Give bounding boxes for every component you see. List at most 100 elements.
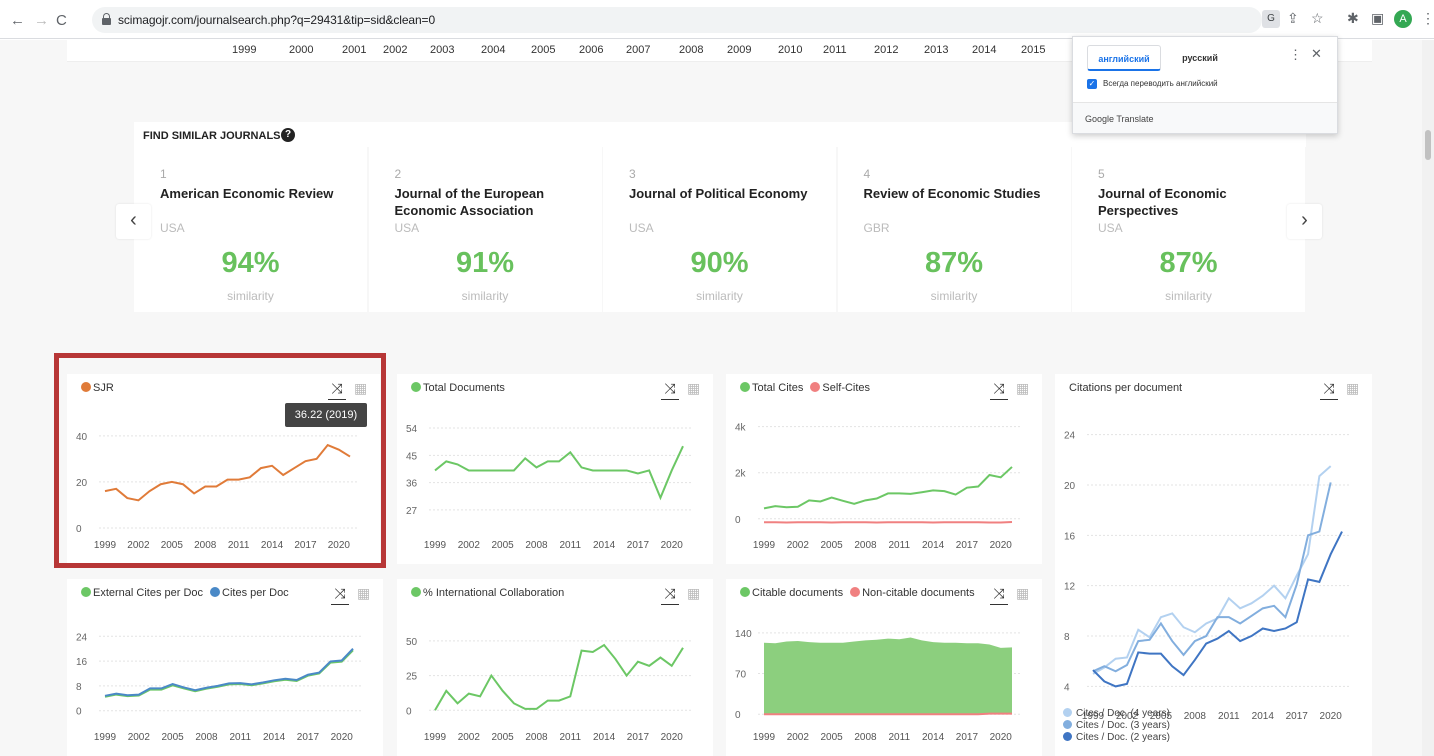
series-line[interactable]	[434, 643, 684, 711]
profile-avatar[interactable]: A	[1394, 10, 1412, 28]
legend-dot	[740, 587, 750, 597]
similarity-percent: 87%	[1159, 247, 1218, 279]
y-tick-label: 27	[406, 506, 418, 517]
sidepanel-icon[interactable]: ▣	[1371, 10, 1384, 27]
translate-icon[interactable]: G	[1262, 10, 1280, 28]
table-icon[interactable]: ▦	[1016, 380, 1029, 397]
table-icon[interactable]: ▦	[357, 585, 370, 602]
table-icon[interactable]: ▦	[1016, 585, 1029, 602]
series-line[interactable]	[1092, 465, 1332, 675]
similar-journal-rank: 1	[160, 167, 167, 181]
similarity-percent: 90%	[690, 247, 749, 279]
line-chart-icon[interactable]: ⤨	[331, 585, 349, 605]
similar-journal-name: Journal of Political Economy	[629, 186, 808, 201]
line-chart-icon[interactable]: ⤨	[661, 380, 679, 400]
url-text: scimagojr.com/journalsearch.php?q=29431&…	[118, 13, 436, 27]
legend-item[interactable]: Cites / Doc. (2 years)	[1063, 732, 1170, 744]
y-tick-label: 54	[406, 424, 418, 435]
similar-journal-card[interactable]: 4 Review of Economic Studies GBR 87% similar…	[837, 147, 1071, 312]
translate-tab-russian[interactable]: русский	[1173, 45, 1227, 71]
translate-tab-english[interactable]: английский	[1087, 45, 1161, 71]
similar-journal-card[interactable]: 3 Journal of Political Economy USA 90% simil…	[603, 147, 836, 312]
legend-item[interactable]: Non-citable documents	[850, 587, 975, 599]
carousel-prev-button[interactable]: ‹	[116, 204, 151, 239]
line-chart-icon[interactable]: ⤨	[1320, 380, 1338, 400]
similar-journal-country: USA	[1098, 221, 1123, 235]
line-chart-icon[interactable]: ⤨	[990, 380, 1008, 400]
legend-dot	[411, 382, 421, 392]
legend-item[interactable]: Self-Cites	[810, 382, 870, 394]
forward-icon[interactable]: →	[34, 12, 49, 29]
series-line[interactable]	[104, 648, 354, 697]
bookmark-star-icon[interactable]: ☆	[1311, 10, 1324, 27]
legend-item[interactable]: Cites / Doc. (4 years)	[1063, 708, 1170, 720]
legend-label: Self-Cites	[822, 382, 871, 394]
legend-item[interactable]: SJR	[81, 382, 114, 394]
help-icon[interactable]: ?	[281, 128, 295, 142]
legend-item[interactable]: Citable documents	[740, 587, 843, 599]
x-tick-label: 2014	[1252, 711, 1275, 722]
browser-toolbar: ← → C scimagojr.com/journalsearch.php?q=…	[0, 0, 1434, 39]
similarity-label: similarity	[1165, 289, 1212, 303]
translate-menu-icon[interactable]: ⋮	[1289, 47, 1302, 63]
scrollbar[interactable]	[1422, 40, 1434, 756]
series-line[interactable]	[434, 445, 684, 501]
year-strip-item: 2013	[924, 44, 949, 56]
x-tick-label: 2014	[922, 732, 945, 743]
y-tick-label: 50	[406, 637, 418, 648]
legend-dot	[740, 382, 750, 392]
legend-label: Cites / Doc. (3 years)	[1076, 720, 1170, 731]
legend-dot	[810, 382, 821, 392]
series-line[interactable]	[764, 712, 1012, 716]
similar-journal-country: USA	[160, 221, 185, 235]
similar-journal-card[interactable]: 1 American Economic Review USA 94% similarit…	[134, 147, 367, 312]
legend-item[interactable]: Cites / Doc. (3 years)	[1063, 720, 1170, 732]
table-icon[interactable]: ▦	[687, 380, 700, 397]
always-translate-checkbox[interactable]: ✓	[1087, 79, 1097, 89]
extensions-icon[interactable]: ✱	[1347, 10, 1359, 27]
browser-menu-icon[interactable]: ⋮	[1421, 10, 1434, 27]
series-line[interactable]	[104, 443, 351, 502]
legend-item[interactable]: Total Documents	[411, 382, 505, 394]
x-tick-label: 2011	[230, 732, 252, 743]
legend-label: Total Documents	[423, 382, 505, 394]
table-icon[interactable]: ▦	[1346, 380, 1359, 397]
close-icon[interactable]: ✕	[1311, 46, 1322, 62]
series-line[interactable]	[1092, 531, 1343, 688]
x-tick-label: 2020	[331, 732, 354, 743]
similarity-percent: 94%	[221, 247, 280, 279]
chart-plot: 0 8 16 24 1999 2002 2005 2008 2011 2014 2017 2020	[76, 632, 361, 743]
back-icon[interactable]: ←	[10, 12, 25, 29]
similar-journal-name: Journal of Economic Perspectives	[1098, 186, 1227, 218]
table-icon[interactable]: ▦	[354, 380, 367, 397]
similar-journal-card[interactable]: 5 Journal of Economic Perspectives USA 87% s…	[1072, 147, 1305, 312]
x-tick-label: 2011	[1218, 711, 1240, 722]
table-icon[interactable]: ▦	[687, 585, 700, 602]
always-translate-label: Всегда переводить английский	[1103, 79, 1218, 88]
reload-icon[interactable]: C	[56, 12, 67, 29]
line-chart-icon[interactable]: ⤨	[661, 585, 679, 605]
legend-item[interactable]: Cites per Doc	[210, 587, 289, 599]
series-area[interactable]	[764, 637, 1012, 715]
legend-item[interactable]: Total Cites	[740, 382, 803, 394]
share-icon[interactable]: ⇪	[1287, 10, 1299, 27]
carousel-next-button[interactable]: ›	[1287, 204, 1322, 239]
line-chart-icon[interactable]: ⤨	[990, 585, 1008, 605]
similar-journal-card[interactable]: 2 Journal of the European Economic Associ…	[368, 147, 602, 312]
x-tick-label: 2014	[593, 732, 616, 743]
similar-journal-name: Review of Economic Studies	[863, 186, 1041, 201]
similar-journal-rank: 3	[629, 167, 636, 181]
address-bar[interactable]: scimagojr.com/journalsearch.php?q=29431&…	[92, 7, 1262, 33]
legend-item[interactable]: % International Collaboration	[411, 587, 564, 599]
similarity-label: similarity	[930, 289, 978, 303]
scrollbar-thumb[interactable]	[1425, 130, 1431, 160]
y-tick-label: 0	[76, 524, 82, 535]
chart-view-toggle: ⤨ ▦	[661, 380, 700, 400]
legend-item[interactable]: External Cites per Doc	[81, 587, 203, 599]
x-tick-label: 2005	[821, 732, 844, 743]
line-chart-icon[interactable]: ⤨	[328, 380, 346, 400]
similar-journals-title: FIND SIMILAR JOURNALS	[143, 130, 281, 142]
x-tick-label: 2008	[854, 540, 877, 551]
legend-label: External Cites per Doc	[93, 587, 204, 599]
x-tick-label: 1999	[94, 540, 117, 551]
